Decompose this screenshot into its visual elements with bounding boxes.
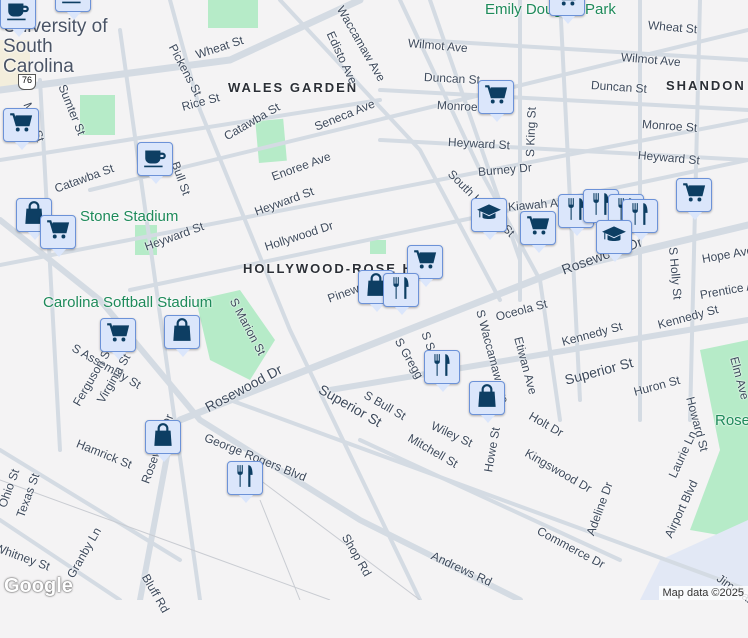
google-logo: Google	[4, 575, 73, 598]
cart-icon	[681, 180, 707, 211]
place-label: Rosewood Park	[715, 412, 748, 429]
fork-icon	[388, 275, 414, 306]
cart-marker[interactable]	[40, 215, 76, 249]
neighborhood-label: SHANDON	[666, 78, 746, 93]
cup-icon	[60, 0, 86, 11]
bag-icon	[150, 422, 176, 453]
cup-marker[interactable]	[137, 142, 173, 176]
bag-marker[interactable]	[145, 420, 181, 454]
bag-icon	[169, 317, 195, 348]
bag-marker[interactable]	[164, 315, 200, 349]
cart-marker[interactable]	[3, 108, 39, 142]
cart-icon	[105, 320, 131, 351]
street-label: S King St	[523, 107, 539, 157]
cart-marker[interactable]	[478, 80, 514, 114]
bag-marker[interactable]	[469, 381, 505, 415]
fork-marker[interactable]	[383, 273, 419, 307]
cart-marker[interactable]	[676, 178, 712, 212]
cart-marker[interactable]	[520, 211, 556, 245]
school-icon	[476, 200, 502, 231]
cart-icon	[554, 0, 580, 15]
cart-marker[interactable]	[100, 318, 136, 352]
cup-marker[interactable]	[55, 0, 91, 12]
fork-marker[interactable]	[227, 461, 263, 495]
cart-icon	[483, 82, 509, 113]
street-label: Duncan St	[424, 70, 481, 87]
neighborhood-label: WALES GARDEN	[228, 80, 358, 95]
cup-icon	[142, 144, 168, 175]
map-attribution[interactable]: Map data ©2025	[659, 586, 748, 600]
cart-icon	[8, 110, 34, 141]
fork-marker[interactable]	[424, 350, 460, 384]
cup-icon	[5, 0, 31, 28]
cart-icon	[525, 213, 551, 244]
school-marker[interactable]	[471, 198, 507, 232]
fork-icon	[232, 463, 258, 494]
place-label: Carolina Softball Stadium	[43, 294, 212, 311]
fork-icon	[429, 352, 455, 383]
place-label: Stone Stadium	[80, 208, 178, 225]
cart-icon	[45, 217, 71, 248]
school-marker[interactable]	[596, 220, 632, 254]
cup-marker[interactable]	[0, 0, 36, 29]
cart-marker[interactable]	[549, 0, 585, 16]
bag-icon	[474, 383, 500, 414]
school-icon	[601, 222, 627, 253]
